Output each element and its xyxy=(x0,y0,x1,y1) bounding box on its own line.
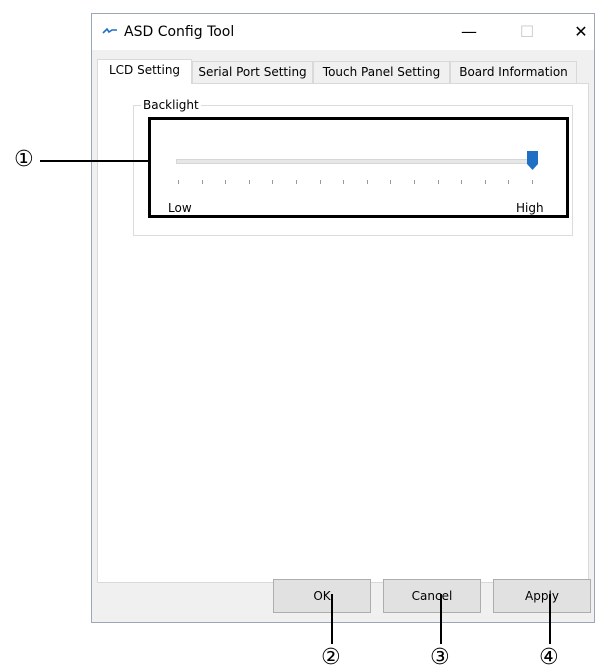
config-window: ASD Config Tool — ☐ ✕ LCD Setting Serial… xyxy=(91,13,595,623)
callout-4-leader xyxy=(549,594,551,644)
callout-3-number: ③ xyxy=(430,645,450,670)
window-title: ASD Config Tool xyxy=(124,24,235,40)
maximize-button[interactable]: ☐ xyxy=(512,20,542,44)
minimize-button[interactable]: — xyxy=(454,20,484,44)
callout-2-number: ② xyxy=(321,645,341,670)
cancel-button[interactable]: Cancel xyxy=(383,579,481,613)
tab-serial-port-setting[interactable]: Serial Port Setting xyxy=(192,61,313,83)
callout-3-leader xyxy=(440,594,442,644)
close-button[interactable]: ✕ xyxy=(566,20,596,44)
tab-board-information[interactable]: Board Information xyxy=(450,61,577,83)
app-logo-icon xyxy=(102,27,117,34)
tab-lcd-setting[interactable]: LCD Setting xyxy=(97,59,192,84)
apply-button[interactable]: Apply xyxy=(493,579,591,613)
backlight-group-label: Backlight xyxy=(141,97,201,113)
callout-2-leader xyxy=(331,594,333,644)
tab-touch-panel-setting[interactable]: Touch Panel Setting xyxy=(313,61,450,83)
callout-1-highlight-box xyxy=(148,117,569,218)
callout-1-leader xyxy=(40,160,148,162)
stage: ASD Config Tool — ☐ ✕ LCD Setting Serial… xyxy=(0,0,605,672)
title-bar: ASD Config Tool — ☐ ✕ xyxy=(92,14,594,50)
callout-1-number: ① xyxy=(14,147,34,172)
ok-button[interactable]: OK xyxy=(273,579,371,613)
callout-4-number: ④ xyxy=(539,645,559,670)
